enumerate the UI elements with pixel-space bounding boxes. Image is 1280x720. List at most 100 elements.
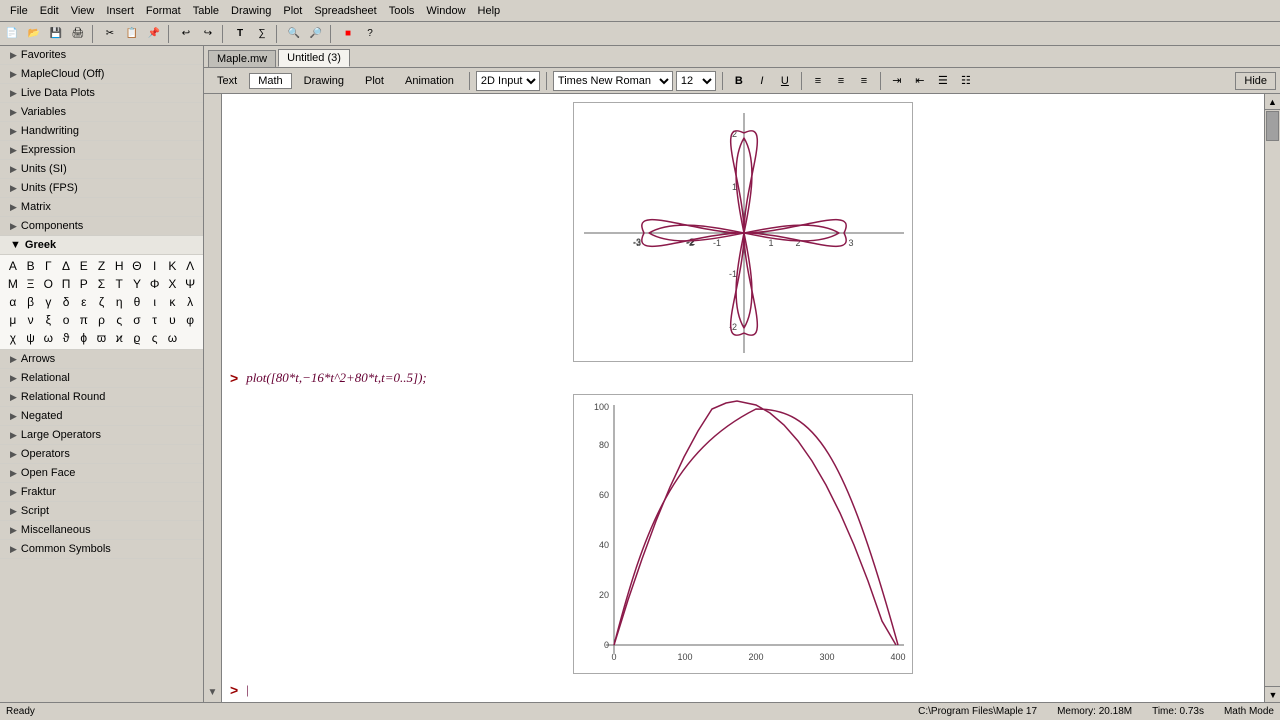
greek-char[interactable]: Τ [110,275,128,293]
greek-char[interactable]: ψ [22,329,40,347]
greek-char[interactable]: Π [57,275,75,293]
greek-char[interactable]: ϱ [128,329,146,347]
greek-char[interactable]: η [110,293,128,311]
greek-char[interactable]: Η [110,257,128,275]
sidebar-item-units-fps[interactable]: ▶ Units (FPS) [0,179,203,198]
menu-table[interactable]: Table [187,3,225,19]
sidebar-item-script[interactable]: ▶ Script [0,502,203,521]
cut-btn[interactable]: ✂ [100,24,120,44]
italic-btn[interactable]: I [752,71,772,91]
zoom-in-btn[interactable]: 🔍 [284,24,304,44]
undo-btn[interactable]: ↩ [176,24,196,44]
right-scrollbar[interactable]: ▲ ▼ [1264,94,1280,702]
greek-char[interactable]: Κ [164,257,182,275]
greek-char[interactable]: Υ [128,275,146,293]
greek-char[interactable]: Β [22,257,40,275]
paste-btn[interactable]: 📌 [144,24,164,44]
greek-char[interactable]: ϖ [93,329,111,347]
greek-char[interactable]: ο [57,311,75,329]
greek-char[interactable]: γ [39,293,57,311]
greek-char[interactable]: ϑ [57,329,75,347]
help-btn[interactable]: ? [360,24,380,44]
sidebar-item-variables[interactable]: ▶ Variables [0,103,203,122]
greek-char[interactable]: ω [164,329,182,347]
bold-btn[interactable]: B [729,71,749,91]
greek-char[interactable]: Γ [39,257,57,275]
new-btn[interactable]: 📄 [2,24,22,44]
num-list-btn[interactable]: ☷ [956,71,976,91]
menu-drawing[interactable]: Drawing [225,3,277,19]
greek-char[interactable]: Χ [164,275,182,293]
list-btn[interactable]: ☰ [933,71,953,91]
greek-char[interactable]: Σ [93,275,111,293]
menu-help[interactable]: Help [472,3,507,19]
greek-char[interactable]: Ε [75,257,93,275]
sidebar-item-expression[interactable]: ▶ Expression [0,141,203,160]
menu-spreadsheet[interactable]: Spreadsheet [308,3,382,19]
sidebar-item-fraktur[interactable]: ▶ Fraktur [0,483,203,502]
greek-char[interactable]: ζ [93,293,111,311]
print-btn[interactable]: 🖨 [68,24,88,44]
align-left-btn[interactable]: ≡ [808,71,828,91]
greek-char[interactable]: φ [181,311,199,329]
menu-plot[interactable]: Plot [277,3,308,19]
greek-char[interactable]: χ [4,329,22,347]
greek-char[interactable]: λ [181,293,199,311]
input-mode-select[interactable]: 2D Input [476,71,540,91]
greek-char[interactable]: Ρ [75,275,93,293]
greek-char[interactable]: Δ [57,257,75,275]
menu-insert[interactable]: Insert [100,3,140,19]
menu-edit[interactable]: Edit [34,3,65,19]
greek-char[interactable]: τ [146,311,164,329]
sidebar-item-live-data[interactable]: ▶ Live Data Plots [0,84,203,103]
greek-char[interactable]: Φ [146,275,164,293]
greek-char[interactable]: β [22,293,40,311]
font-select[interactable]: Times New Roman [553,71,673,91]
align-center-btn[interactable]: ≡ [831,71,851,91]
sidebar-item-units-si[interactable]: ▶ Units (SI) [0,160,203,179]
menu-window[interactable]: Window [420,3,471,19]
scroll-thumb[interactable] [1266,111,1279,141]
open-btn[interactable]: 📂 [24,24,44,44]
greek-char[interactable]: Α [4,257,22,275]
sidebar-item-relational[interactable]: ▶ Relational [0,369,203,388]
greek-char[interactable]: σ [128,311,146,329]
sidebar-item-common-symbols[interactable]: ▶ Common Symbols [0,540,203,559]
greek-char[interactable]: Ζ [93,257,111,275]
menu-tools[interactable]: Tools [383,3,421,19]
greek-char[interactable]: Μ [4,275,22,293]
greek-char[interactable]: Λ [181,257,199,275]
sidebar-item-open-face[interactable]: ▶ Open Face [0,464,203,483]
sidebar-item-components[interactable]: ▶ Components [0,217,203,236]
greek-char[interactable]: Θ [128,257,146,275]
greek-char[interactable]: ξ [39,311,57,329]
zoom-out-btn[interactable]: 🔎 [306,24,326,44]
greek-char[interactable]: υ [164,311,182,329]
greek-char[interactable]: ν [22,311,40,329]
text-mode-btn[interactable]: T [230,24,250,44]
greek-char[interactable]: κ [164,293,182,311]
prompt-input-1[interactable]: plot([80*t,−16*t^2+80*t,t=0..5]); [246,370,427,386]
tab-plot[interactable]: Plot [356,73,393,89]
menu-format[interactable]: Format [140,3,187,19]
greek-char[interactable]: Ξ [22,275,40,293]
scroll-down-btn[interactable]: ▼ [1265,686,1280,702]
menu-file[interactable]: File [4,3,34,19]
greek-char[interactable]: θ [128,293,146,311]
sidebar-item-matrix[interactable]: ▶ Matrix [0,198,203,217]
greek-char[interactable]: π [75,311,93,329]
greek-char[interactable]: Ο [39,275,57,293]
sidebar-item-operators[interactable]: ▶ Operators [0,445,203,464]
sidebar-item-arrows[interactable]: ▶ Arrows [0,350,203,369]
greek-char[interactable]: α [4,293,22,311]
greek-char[interactable]: ς [146,329,164,347]
tab-text[interactable]: Text [208,73,246,89]
sidebar-item-negated[interactable]: ▶ Negated [0,407,203,426]
outdent-btn[interactable]: ⇤ [910,71,930,91]
hide-button[interactable]: Hide [1235,72,1276,90]
menu-view[interactable]: View [65,3,101,19]
sidebar-item-favorites[interactable]: ▶ Favorites [0,46,203,65]
scroll-up-btn[interactable]: ▲ [1265,94,1280,110]
indent-btn[interactable]: ⇥ [887,71,907,91]
sidebar-item-handwriting[interactable]: ▶ Handwriting [0,122,203,141]
